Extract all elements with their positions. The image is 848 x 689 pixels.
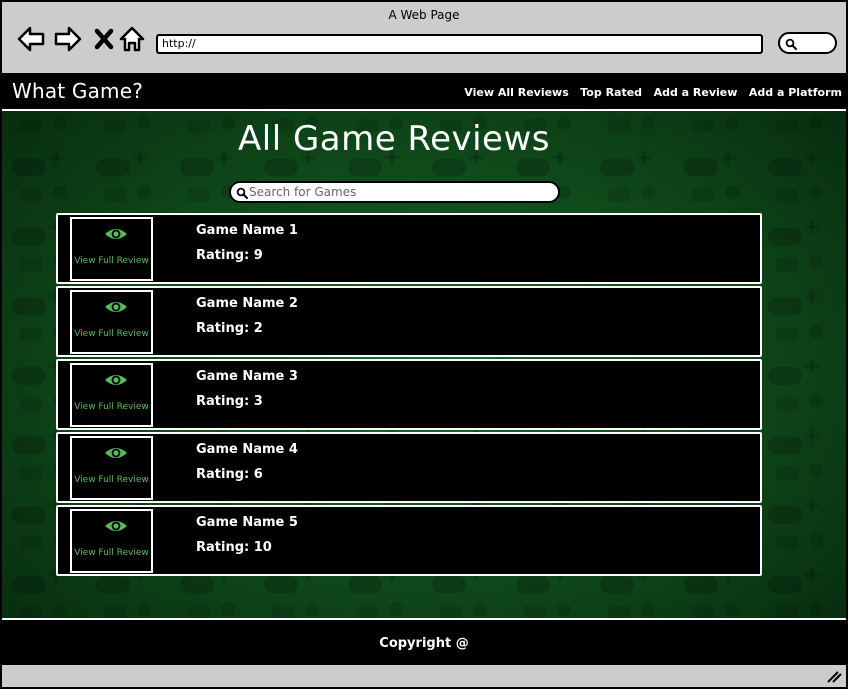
view-full-review-button[interactable]: View Full Review xyxy=(70,509,153,573)
home-icon[interactable] xyxy=(118,24,148,54)
site-logo[interactable]: What Game? xyxy=(12,79,143,103)
game-rating: Rating: 6 xyxy=(196,467,263,482)
view-full-review-button[interactable]: View Full Review xyxy=(70,363,153,427)
eye-icon xyxy=(105,521,127,531)
forward-arrow-icon[interactable] xyxy=(53,24,83,54)
game-name: Game Name 2 xyxy=(196,296,298,311)
review-list: View Full Review Game Name 1 Rating: 9 V… xyxy=(56,213,762,578)
view-full-review-label: View Full Review xyxy=(74,475,149,485)
page-title: All Game Reviews xyxy=(237,119,550,159)
view-full-review-button[interactable]: View Full Review xyxy=(70,436,153,500)
review-card: View Full Review Game Name 2 Rating: 2 xyxy=(56,286,762,357)
close-icon[interactable] xyxy=(90,24,120,54)
review-card: View Full Review Game Name 1 Rating: 9 xyxy=(56,213,762,284)
search-icon xyxy=(785,38,797,50)
view-full-review-label: View Full Review xyxy=(74,402,149,412)
review-card: View Full Review Game Name 5 Rating: 10 xyxy=(56,505,762,576)
game-rating: Rating: 9 xyxy=(196,248,263,263)
game-name: Game Name 1 xyxy=(196,223,298,238)
url-bar[interactable]: http:// xyxy=(156,34,763,54)
game-rating: Rating: 3 xyxy=(196,394,263,409)
game-rating: Rating: 2 xyxy=(196,321,263,336)
page-viewport: What Game? View All Reviews Top Rated Ad… xyxy=(2,73,846,665)
view-full-review-label: View Full Review xyxy=(74,329,149,339)
site-header: What Game? View All Reviews Top Rated Ad… xyxy=(2,75,846,111)
view-full-review-label: View Full Review xyxy=(74,548,149,558)
eye-icon xyxy=(105,229,127,239)
eye-icon xyxy=(105,448,127,458)
browser-search-box[interactable] xyxy=(778,32,837,54)
back-arrow-icon[interactable] xyxy=(16,24,46,54)
window-title: A Web Page xyxy=(388,8,460,22)
game-rating: Rating: 10 xyxy=(196,540,272,555)
copyright-text: Copyright @ xyxy=(379,636,469,651)
eye-icon xyxy=(105,375,127,385)
view-full-review-button[interactable]: View Full Review xyxy=(70,290,153,354)
review-card: View Full Review Game Name 3 Rating: 3 xyxy=(56,359,762,430)
search-icon xyxy=(236,187,248,199)
browser-window: A Web Page http:// What Game? View All R… xyxy=(0,0,848,689)
view-full-review-label: View Full Review xyxy=(74,256,149,266)
search-input[interactable] xyxy=(249,184,549,200)
game-name: Game Name 4 xyxy=(196,442,298,457)
resize-grip-icon[interactable] xyxy=(826,669,842,683)
nav-add-review[interactable]: Add a Review xyxy=(654,86,738,99)
eye-icon xyxy=(105,302,127,312)
game-search-box[interactable] xyxy=(229,181,560,203)
site-nav: View All Reviews Top Rated Add a Review … xyxy=(456,86,842,99)
site-footer: Copyright @ xyxy=(2,618,846,663)
nav-view-all-reviews[interactable]: View All Reviews xyxy=(464,86,568,99)
game-name: Game Name 5 xyxy=(196,515,298,530)
game-name: Game Name 3 xyxy=(196,369,298,384)
view-full-review-button[interactable]: View Full Review xyxy=(70,217,153,281)
review-card: View Full Review Game Name 4 Rating: 6 xyxy=(56,432,762,503)
nav-top-rated[interactable]: Top Rated xyxy=(580,86,642,99)
nav-add-platform[interactable]: Add a Platform xyxy=(749,86,842,99)
